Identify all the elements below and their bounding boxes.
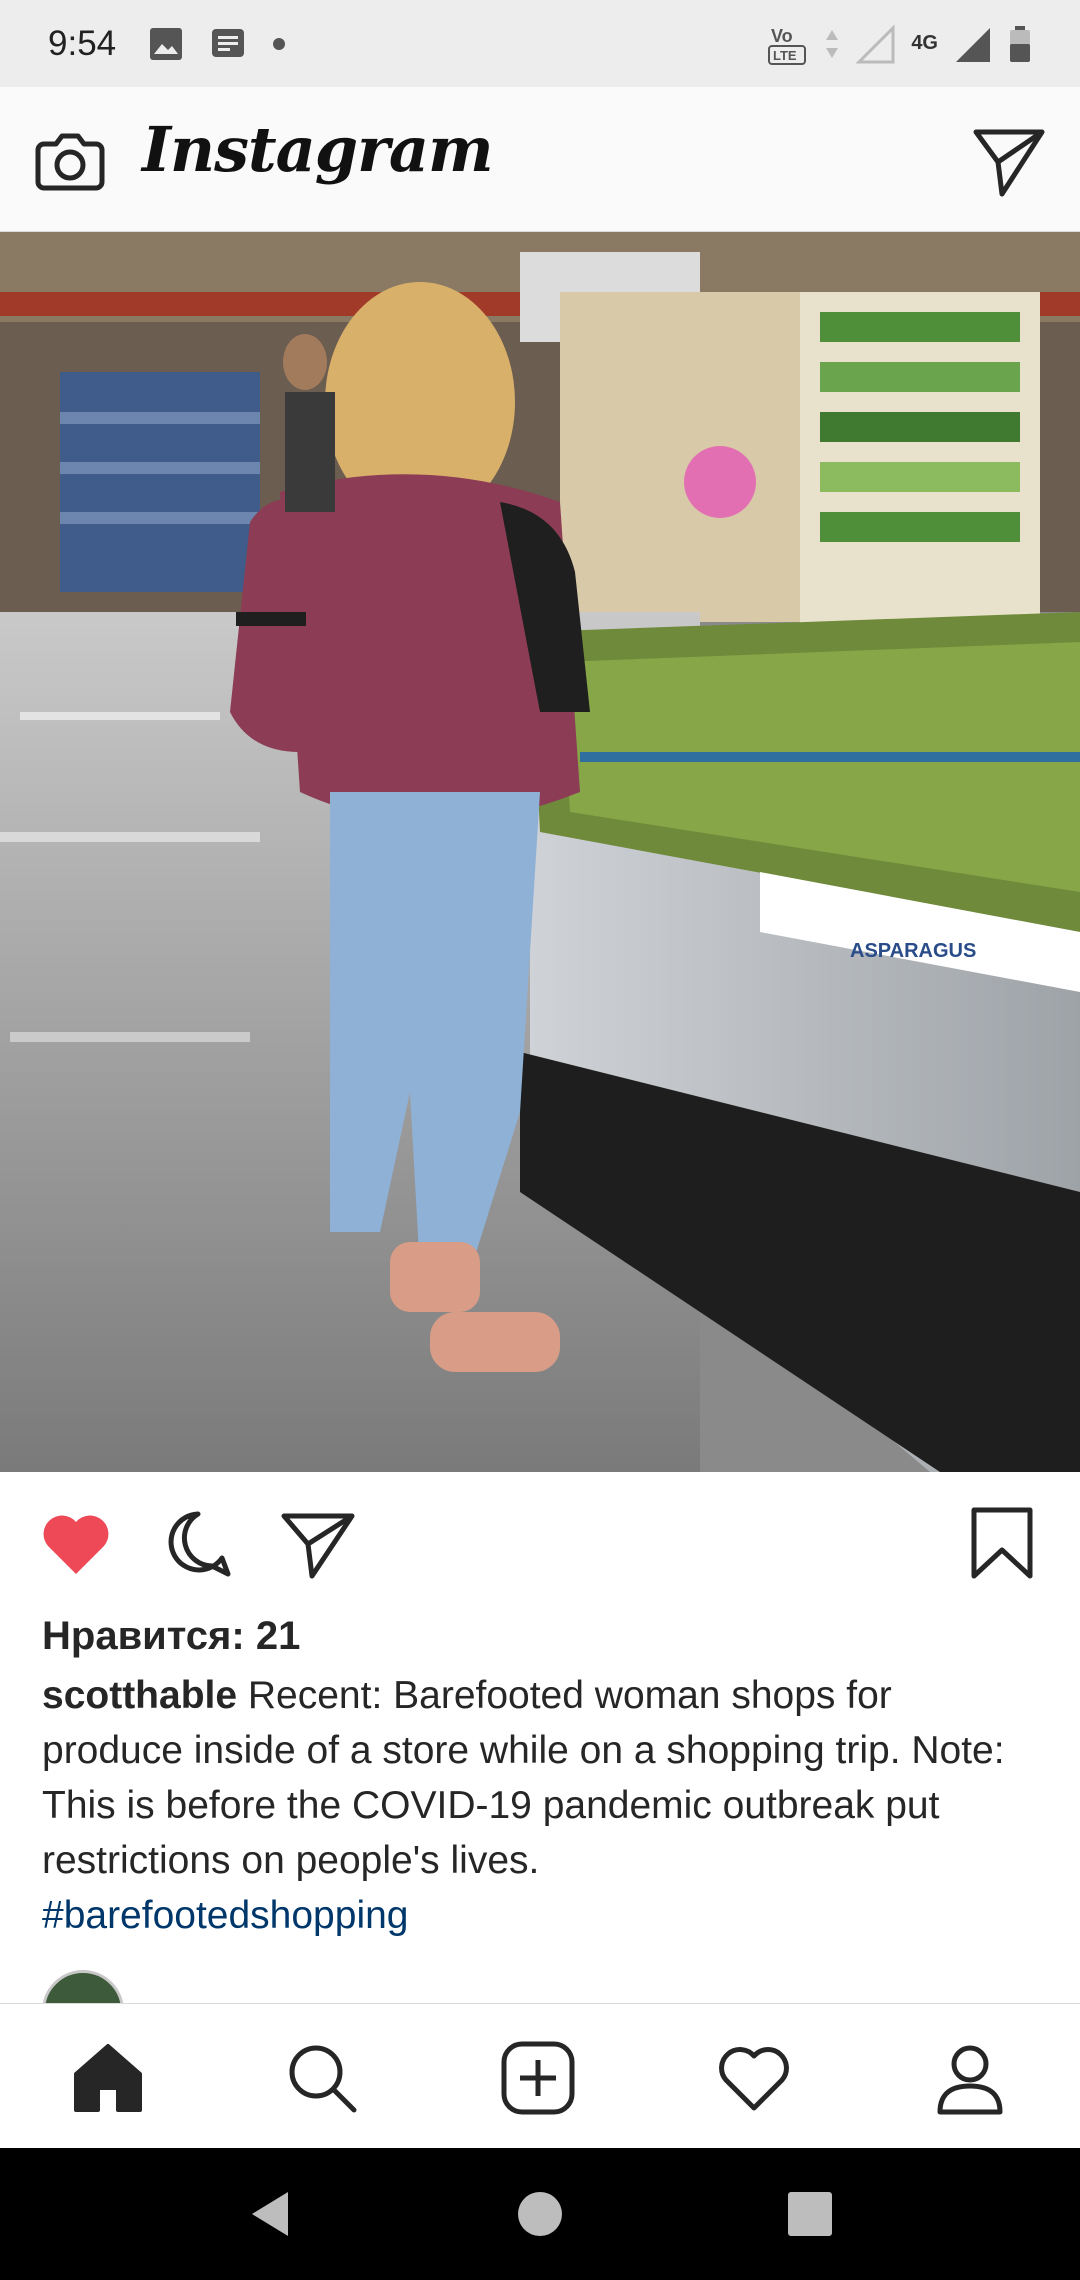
post-photo[interactable]: ASPARAGUS <box>0 232 1080 1472</box>
home-icon[interactable] <box>70 2040 146 2116</box>
battery-icon <box>1010 25 1030 62</box>
system-navigation-bar <box>0 2148 1080 2280</box>
post-action-bar <box>0 1472 1080 1612</box>
comment-row-peek <box>0 1970 1080 2004</box>
signal-sim2-icon <box>956 27 990 62</box>
profile-icon[interactable] <box>932 2040 1008 2116</box>
activity-icon[interactable] <box>716 2040 792 2116</box>
gallery-notification-icon <box>150 27 183 60</box>
home-circle-icon[interactable] <box>514 2188 566 2240</box>
caption-username[interactable]: scotthable <box>42 1674 237 1717</box>
back-icon[interactable] <box>244 2188 296 2240</box>
signal-sim1-icon <box>855 23 895 63</box>
network-type-label: 4G <box>911 32 938 54</box>
comment-icon[interactable] <box>158 1504 238 1584</box>
instagram-logo-title: Instagram <box>142 113 494 186</box>
search-icon[interactable] <box>284 2040 360 2116</box>
instagram-post-screen: 9:54 Vo LTE 4G Instagram ASPARAGUS Нрави… <box>0 0 1080 2280</box>
caption-hashtag[interactable]: #barefootedshopping <box>42 1888 1042 1943</box>
direct-message-icon[interactable] <box>972 124 1046 198</box>
likes-count[interactable]: Нравится: 21 <box>42 1608 1042 1664</box>
volte-icon: Vo LTE <box>768 26 807 65</box>
avatar[interactable] <box>42 1970 124 2004</box>
app-header: Instagram <box>0 87 1080 232</box>
save-bookmark-icon[interactable] <box>962 1504 1042 1584</box>
camera-icon[interactable] <box>34 124 106 196</box>
status-bar: 9:54 Vo LTE 4G <box>0 0 1080 87</box>
like-heart-icon[interactable] <box>36 1504 116 1584</box>
post-caption: scotthable Recent: Barefooted woman shop… <box>42 1668 1042 1888</box>
new-post-icon[interactable] <box>500 2040 576 2116</box>
asparagus-sign-text: ASPARAGUS <box>850 940 976 962</box>
bottom-nav <box>0 2003 1080 2148</box>
data-arrows-icon <box>826 29 839 58</box>
more-notifications-dot-icon <box>273 37 286 50</box>
recents-icon[interactable] <box>784 2188 836 2240</box>
svg-text:Vo: Vo <box>771 26 793 46</box>
svg-text:LTE: LTE <box>773 48 797 63</box>
post-meta: Нравится: 21 scotthable Recent: Barefoot… <box>42 1608 1042 1943</box>
share-icon[interactable] <box>278 1504 358 1584</box>
status-time: 9:54 <box>48 23 117 63</box>
message-notification-icon <box>212 28 245 57</box>
post-photo-illustration: ASPARAGUS <box>0 232 1080 1472</box>
